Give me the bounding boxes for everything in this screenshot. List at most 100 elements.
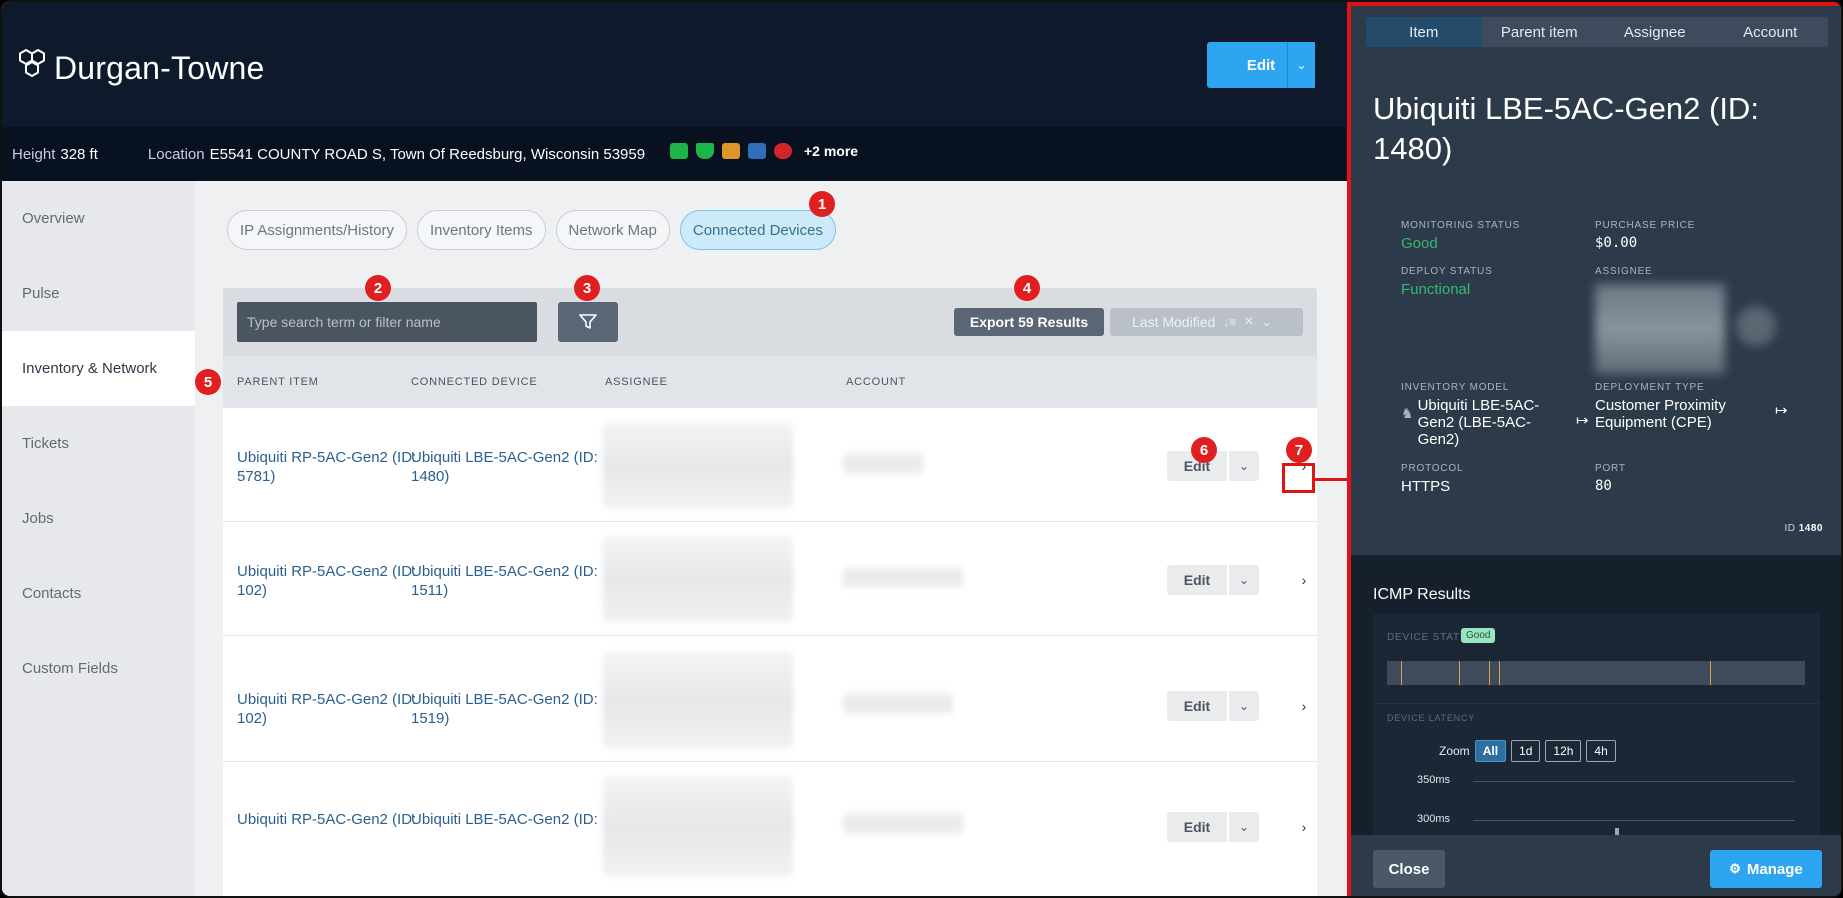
chevron-right-icon[interactable]: ›	[1291, 693, 1317, 719]
chevron-down-icon[interactable]: ⌄	[1229, 691, 1259, 721]
connected-device-link[interactable]: Ubiquiti LBE-5AC-Gen2 (ID:	[411, 810, 601, 829]
panel-tab-parent-item[interactable]: Parent item	[1482, 17, 1598, 47]
parent-item-link[interactable]: Ubiquiti RP-5AC-Gen2 (ID:	[237, 810, 427, 829]
money-icon[interactable]	[670, 143, 688, 159]
chevron-down-icon[interactable]: ⌄	[1229, 565, 1259, 595]
annotation-marker-7: 7	[1286, 437, 1312, 463]
status-badges: +2 more	[670, 143, 858, 159]
field-value: Ubiquiti LBE-5AC-Gen2 (LBE-5AC-Gen2)	[1417, 397, 1540, 448]
close-button[interactable]: Close	[1373, 850, 1445, 888]
deploy-status-field: DEPLOY STATUS Functional	[1401, 266, 1493, 298]
zoom-1d-button[interactable]: 1d	[1511, 740, 1541, 762]
field-value: 80	[1595, 478, 1612, 494]
briefcase-icon[interactable]	[748, 143, 766, 159]
panel-tab-account[interactable]: Account	[1713, 17, 1829, 47]
assignee-blurred	[603, 776, 793, 876]
sidebar: Overview Pulse Inventory & Network Ticke…	[2, 181, 195, 896]
panel-tab-item[interactable]: Item	[1366, 17, 1482, 47]
link-arrow-icon[interactable]: ↦	[1775, 401, 1788, 419]
zoom-12h-button[interactable]: 12h	[1545, 740, 1582, 762]
account-blurred	[843, 812, 963, 834]
sidebar-item-custom-fields[interactable]: Custom Fields	[2, 631, 195, 706]
connected-device-link[interactable]: Ubiquiti LBE-5AC-Gen2 (ID: 1519)	[411, 690, 601, 728]
globe-icon[interactable]	[774, 143, 792, 159]
sidebar-item-overview[interactable]: Overview	[2, 181, 195, 256]
field-value: Functional	[1401, 281, 1471, 298]
tab-network-map[interactable]: Network Map	[555, 210, 670, 250]
device-status-timeline	[1387, 661, 1805, 685]
field-label: DEPLOY STATUS	[1401, 266, 1493, 277]
parent-item-link[interactable]: Ubiquiti RP-5AC-Gen2 (ID: 102)	[237, 690, 427, 728]
assignee-blurred	[603, 422, 793, 508]
assignee-field: ASSIGNEE	[1595, 266, 1653, 277]
panel-tabs: Item Parent item Assignee Account	[1366, 17, 1828, 47]
link-arrow-icon[interactable]: ↦	[1576, 411, 1589, 429]
sidebar-item-inventory-network[interactable]: Inventory & Network	[2, 331, 195, 406]
chevron-down-icon[interactable]: ⌄	[1229, 451, 1259, 481]
field-value: $0.00	[1595, 235, 1638, 251]
manage-button[interactable]: ⚙ Manage	[1710, 850, 1822, 888]
tab-inventory-items[interactable]: Inventory Items	[416, 210, 546, 250]
chevron-down-icon[interactable]: ⌄	[1262, 315, 1272, 329]
sort-label: Last Modified	[1132, 314, 1216, 330]
more-badges-link[interactable]: +2 more	[804, 143, 858, 159]
sort-order-icon[interactable]: ↓≡	[1223, 315, 1236, 329]
column-header-assignee[interactable]: ASSIGNEE	[605, 376, 668, 388]
annotation-marker-1: 1	[809, 191, 835, 217]
parent-item-link[interactable]: Ubiquiti RP-5AC-Gen2 (ID: 5781)	[237, 448, 427, 486]
printer-icon[interactable]	[696, 143, 714, 159]
tab-connected-devices[interactable]: Connected Devices	[679, 210, 836, 250]
divider	[1373, 703, 1820, 704]
zoom-controls: Zoom All 1d 12h 4h	[1439, 740, 1616, 762]
row-edit-button[interactable]: Edit	[1167, 691, 1227, 721]
column-header-account[interactable]: ACCOUNT	[846, 376, 906, 388]
filter-icon	[579, 314, 597, 329]
chevron-right-icon[interactable]: ›	[1291, 814, 1317, 840]
row-edit-button[interactable]: Edit	[1167, 812, 1227, 842]
row-edit-button[interactable]: Edit	[1167, 565, 1227, 595]
status-badge: Good	[1461, 628, 1496, 643]
field-label: INVENTORY MODEL	[1401, 382, 1510, 393]
field-value: Customer Proximity Equipment (CPE)	[1595, 397, 1726, 431]
item-id-value: 1480	[1798, 523, 1823, 534]
column-header-parent-item[interactable]: PARENT ITEM	[237, 376, 319, 388]
table-row: Ubiquiti RP-5AC-Gen2 (ID: Ubiquiti LBE-5…	[223, 762, 1317, 896]
deployment-type-field: DEPLOYMENT TYPE Customer Proximity Equip…	[1595, 382, 1760, 431]
zoom-all-button[interactable]: All	[1474, 740, 1507, 762]
detail-panel: Item Parent item Assignee Account Ubiqui…	[1347, 2, 1841, 896]
port-field: PORT 80	[1595, 463, 1626, 495]
field-label: DEPLOYMENT TYPE	[1595, 382, 1705, 393]
gridline	[1473, 781, 1795, 782]
sidebar-item-pulse[interactable]: Pulse	[2, 256, 195, 331]
height-value: 328 ft	[60, 145, 98, 163]
connected-device-link[interactable]: Ubiquiti LBE-5AC-Gen2 (ID: 1511)	[411, 562, 601, 600]
sidebar-item-jobs[interactable]: Jobs	[2, 481, 195, 556]
monitoring-status-field: MONITORING STATUS Good	[1401, 220, 1520, 252]
connected-device-link[interactable]: Ubiquiti LBE-5AC-Gen2 (ID: 1480)	[411, 448, 601, 486]
chevron-down-icon[interactable]: ⌄	[1287, 42, 1315, 88]
top-header: Durgan-Towne Edit ⌄	[2, 2, 1347, 127]
assignee-avatar-blurred	[1595, 284, 1725, 374]
zoom-label: Zoom	[1439, 744, 1470, 758]
chevron-down-icon[interactable]: ⌄	[1229, 812, 1259, 842]
zoom-4h-button[interactable]: 4h	[1586, 740, 1616, 762]
field-label: MONITORING STATUS	[1401, 220, 1521, 231]
annotation-marker-2: 2	[365, 275, 391, 301]
camera-icon[interactable]	[722, 143, 740, 159]
y-axis-tick: 300ms	[1417, 813, 1451, 825]
tab-ip-assignments[interactable]: IP Assignments/History	[227, 210, 407, 250]
clear-sort-icon[interactable]: ×	[1244, 313, 1253, 331]
column-header-connected-device[interactable]: CONNECTED DEVICE	[411, 376, 537, 388]
field-value: Good	[1401, 235, 1438, 252]
search-input[interactable]: Type search term or filter name	[237, 302, 537, 342]
parent-item-link[interactable]: Ubiquiti RP-5AC-Gen2 (ID: 102)	[237, 562, 427, 600]
sort-dropdown[interactable]: Last Modified ↓≡ × ⌄	[1110, 308, 1303, 336]
sidebar-item-contacts[interactable]: Contacts	[2, 556, 195, 631]
export-results-button[interactable]: Export 59 Results	[954, 308, 1104, 336]
panel-tab-assignee[interactable]: Assignee	[1597, 17, 1713, 47]
sidebar-item-tickets[interactable]: Tickets	[2, 406, 195, 481]
table-header: PARENT ITEM CONNECTED DEVICE ASSIGNEE AC…	[223, 356, 1317, 408]
field-label: PROTOCOL	[1401, 463, 1464, 474]
chevron-right-icon[interactable]: ›	[1291, 567, 1317, 593]
filter-button[interactable]	[558, 302, 618, 342]
